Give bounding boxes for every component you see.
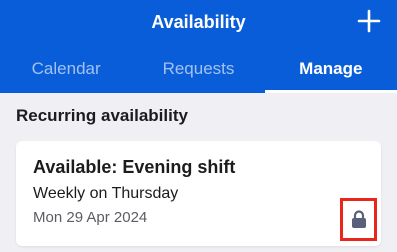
availability-card[interactable]: Available: Evening shift Weekly on Thurs…: [16, 141, 381, 246]
app-header: Availability Calendar Requests Manage: [0, 0, 397, 93]
tab-manage[interactable]: Manage: [264, 44, 397, 93]
lock-icon: [351, 210, 366, 228]
plus-icon: [357, 9, 381, 33]
page-title: Availability: [151, 11, 246, 32]
tab-calendar[interactable]: Calendar: [0, 44, 132, 93]
lock-highlight: [340, 198, 377, 241]
availability-recurrence: Weekly on Thursday: [33, 185, 179, 202]
title-bar: Availability: [0, 0, 397, 44]
availability-date: Mon 29 Apr 2024: [33, 209, 148, 226]
availability-title: Available: Evening shift: [33, 157, 236, 177]
tab-requests[interactable]: Requests: [132, 44, 264, 93]
tab-bar: Calendar Requests Manage: [0, 44, 397, 93]
add-button[interactable]: [355, 6, 383, 36]
section-title: Recurring availability: [16, 106, 188, 125]
